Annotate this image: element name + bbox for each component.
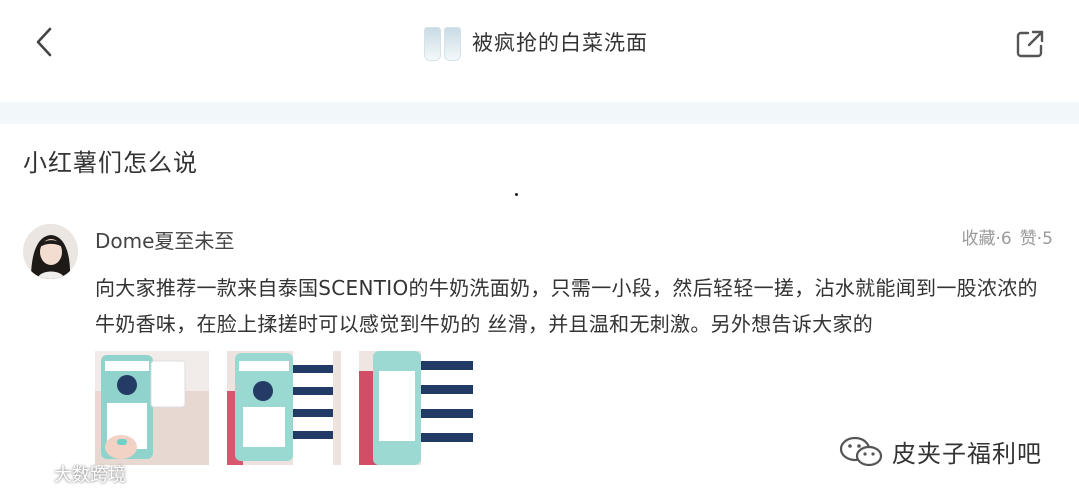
section-divider <box>0 102 1079 124</box>
wechat-icon <box>839 436 883 466</box>
post-body: 向大家推荐一款来自泰国SCENTIO的牛奶洗面奶，只需一小段，然后轻轻一搓，沾水… <box>95 276 1038 336</box>
page-title: 被疯抢的白菜洗面 <box>472 31 648 55</box>
likes-count[interactable]: 赞·5 <box>1020 224 1053 249</box>
section-title: 小红薯们怎么说 <box>23 149 198 177</box>
product-tube-image <box>444 27 461 61</box>
watermark-left-text: 大数跨境 <box>54 465 126 486</box>
avatar-portrait-icon <box>23 224 78 279</box>
post-stats: 收藏·6 赞·5 <box>962 224 1053 249</box>
watermark-right: 皮夹子福利吧 <box>838 434 1042 469</box>
post-photo-strip <box>95 351 473 465</box>
top-nav-bar: 被疯抢的白菜洗面 <box>0 0 1079 84</box>
share-external-icon[interactable] <box>1012 26 1048 62</box>
stray-dot <box>515 193 518 196</box>
avatar[interactable] <box>23 224 78 279</box>
post-photo[interactable] <box>359 351 473 465</box>
nav-title-group: 被疯抢的白菜洗面 <box>424 22 648 62</box>
post-photo[interactable] <box>227 351 341 465</box>
product-photo-image <box>227 351 341 465</box>
product-tube-image <box>424 27 441 61</box>
watermark-left: 大数跨境 <box>6 461 126 487</box>
product-thumbnail <box>424 23 464 61</box>
watermark-right-text: 皮夹子福利吧 <box>892 440 1042 468</box>
post-author[interactable]: Dome夏至未至 <box>95 225 234 254</box>
chevron-left-icon[interactable] <box>28 24 60 60</box>
favorites-count[interactable]: 收藏·6 <box>962 224 1012 249</box>
post-photo[interactable] <box>95 351 209 465</box>
product-photo-image <box>95 351 209 465</box>
brand-logo-icon <box>8 465 49 483</box>
product-photo-image <box>359 351 473 465</box>
